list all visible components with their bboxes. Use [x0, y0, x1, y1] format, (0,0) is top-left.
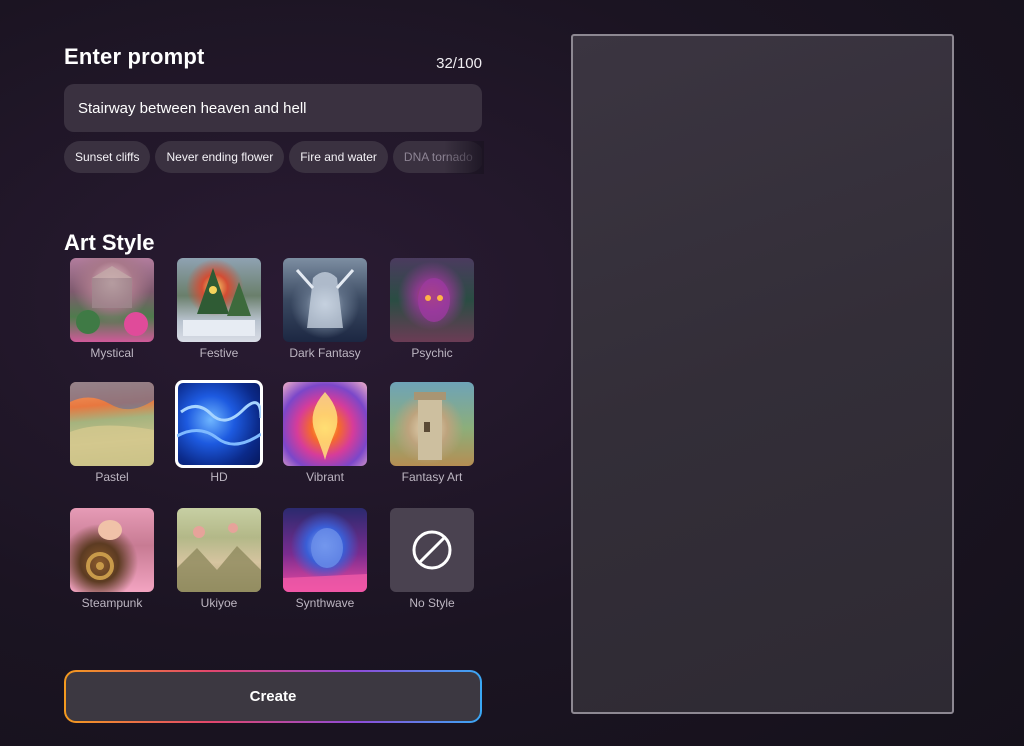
- mystical-thumbnail: [70, 258, 154, 342]
- style-label: HD: [210, 470, 228, 484]
- suggestion-chip[interactable]: Sunset cliffs: [64, 141, 151, 173]
- no-style-thumbnail: [390, 508, 474, 592]
- prompt-title: Enter prompt: [64, 44, 205, 69]
- style-option-fantasy-art[interactable]: Fantasy Art: [390, 382, 476, 484]
- style-label: No Style: [409, 596, 455, 610]
- synthwave-thumbnail: [283, 508, 367, 592]
- style-option-no-style[interactable]: No Style: [390, 508, 476, 610]
- style-option-hd[interactable]: HD: [175, 380, 263, 484]
- style-label: Synthwave: [295, 596, 355, 610]
- style-label: Mystical: [90, 346, 134, 360]
- style-label: Fantasy Art: [401, 470, 463, 484]
- dark-fantasy-thumbnail: [283, 258, 367, 342]
- suggestion-chip[interactable]: DNA tornado: [392, 141, 482, 173]
- style-option-psychic[interactable]: Psychic: [390, 258, 476, 360]
- image-preview-panel: [571, 34, 954, 714]
- pastel-thumbnail: [70, 382, 154, 466]
- fantasy-art-thumbnail: [390, 382, 474, 466]
- suggestion-chip[interactable]: Fire and water: [289, 141, 388, 173]
- style-label: Psychic: [411, 346, 453, 360]
- psychic-thumbnail: [390, 258, 474, 342]
- ukiyoe-thumbnail: [177, 508, 261, 592]
- character-counter: 32/100: [436, 55, 482, 72]
- festive-thumbnail: [177, 258, 261, 342]
- style-option-pastel[interactable]: Pastel: [70, 382, 156, 484]
- create-button[interactable]: Create: [64, 670, 482, 723]
- art-style-title: Art Style: [64, 230, 155, 255]
- style-option-mystical[interactable]: Mystical: [70, 258, 156, 360]
- hd-thumbnail: [175, 380, 263, 468]
- style-option-vibrant[interactable]: Vibrant: [283, 382, 369, 484]
- style-option-dark-fantasy[interactable]: Dark Fantasy: [283, 258, 369, 360]
- style-option-steampunk[interactable]: Steampunk: [70, 508, 156, 610]
- prompt-input[interactable]: [64, 84, 482, 132]
- suggestion-chips: Sunset cliffs Never ending flower Fire a…: [64, 141, 482, 174]
- style-option-festive[interactable]: Festive: [177, 258, 263, 360]
- no-style-icon: [412, 530, 452, 570]
- vibrant-thumbnail: [283, 382, 367, 466]
- steampunk-thumbnail: [70, 508, 154, 592]
- style-label: Vibrant: [306, 470, 344, 484]
- style-label: Festive: [199, 346, 239, 360]
- style-option-synthwave[interactable]: Synthwave: [283, 508, 369, 610]
- style-label: Ukiyoe: [200, 596, 238, 610]
- style-label: Pastel: [95, 470, 129, 484]
- style-option-ukiyoe[interactable]: Ukiyoe: [177, 508, 263, 610]
- style-label: Dark Fantasy: [289, 346, 361, 360]
- suggestion-chip[interactable]: Never ending flower: [155, 141, 285, 173]
- style-label: Steampunk: [81, 596, 143, 610]
- art-style-grid: Mystical Festive Dark Fantasy Psychic Pa…: [70, 258, 476, 618]
